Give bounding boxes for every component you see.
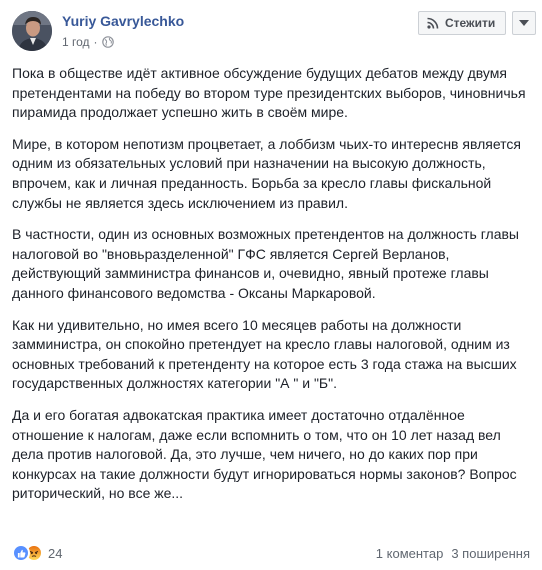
reaction-count: 24: [48, 545, 63, 561]
post-text: Пока в обществе идёт активное обсуждение…: [12, 64, 532, 516]
globe-icon: [101, 36, 114, 48]
author-avatar[interactable]: [12, 11, 52, 51]
post-timestamp[interactable]: 1 год: [62, 35, 90, 49]
post-paragraph: Как ни удивительно, но имея всего 10 мес…: [12, 316, 517, 392]
follow-button[interactable]: Стежити: [418, 11, 506, 35]
rss-icon: [427, 17, 439, 29]
meta-separator: ·: [93, 35, 98, 49]
post-paragraph: Пока в обществе идёт активное обсуждение…: [12, 65, 526, 121]
chevron-down-icon: [519, 20, 529, 26]
engagement-stats: 1 коментар 3 поширення: [376, 546, 530, 561]
post-footer: 24 1 коментар 3 поширення: [0, 540, 542, 568]
post-paragraph: Мире, в котором непотизм процветает, а л…: [12, 135, 521, 211]
shares-count-link[interactable]: 3 поширення: [451, 546, 530, 561]
avatar-image: [12, 11, 52, 51]
like-icon: [12, 544, 30, 562]
author-name[interactable]: Yuriy Gavrylechko: [62, 13, 184, 29]
comments-count-link[interactable]: 1 коментар: [376, 546, 444, 561]
post-meta: 1 год ·: [62, 34, 114, 50]
post-header: Yuriy Gavrylechko 1 год · Стежити: [0, 0, 542, 64]
post-paragraph: Да и его богатая адвокатская практика им…: [12, 406, 517, 502]
more-options-button[interactable]: [512, 11, 536, 35]
follow-label: Стежити: [445, 16, 496, 30]
reactions-summary[interactable]: 24: [12, 544, 62, 562]
post-paragraph: В частности, один из основных возможных …: [12, 226, 519, 301]
